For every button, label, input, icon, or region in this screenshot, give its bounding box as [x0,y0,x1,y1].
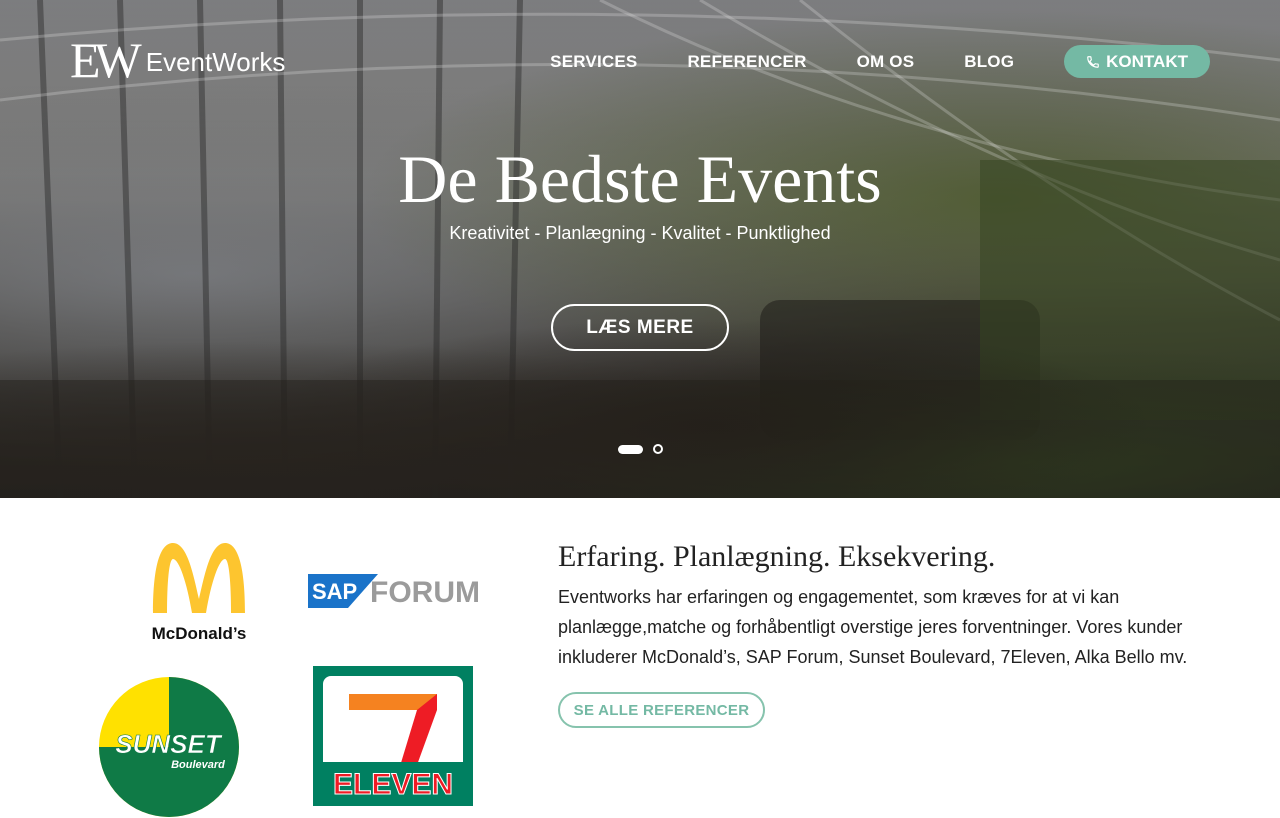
client-logos: McDonald’s SAP FORUM SUNSET Boulevard EL… [0,498,520,817]
slider-dot-1[interactable] [618,444,643,454]
read-more-button[interactable]: LÆS MERE [551,304,729,351]
sunset-wordmark: SUNSET [115,729,223,759]
sunset-boulevard-logo: SUNSET Boulevard [99,677,239,817]
contact-button[interactable]: KONTAKT [1064,45,1210,78]
mcdonalds-logo: McDonald’s [152,543,247,643]
logo-mark: EW [70,32,142,88]
about-title: Erfaring. Planlægning. Eksekvering. [558,540,996,573]
about-body: Eventworks har erfaringen og engagemente… [558,587,1188,667]
hero-banner: EW EventWorks SERVICES REFERENCER OM OS … [0,0,1280,498]
slider-dot-2[interactable] [653,444,663,454]
site-logo[interactable]: EW EventWorks [70,32,286,88]
sap-forum-logo: SAP FORUM [308,574,478,608]
nav-referencer[interactable]: REFERENCER [687,45,806,78]
seven-eleven-logo: ELEVEN [313,666,473,806]
nav-om-os[interactable]: OM OS [857,45,915,78]
about-section: Erfaring. Planlægning. Eksekvering. Even… [558,540,1208,728]
hero-subtitle: Kreativitet - Planlægning - Kvalitet - P… [449,223,831,243]
crowd-overlay [0,258,1280,498]
mcdonalds-wordmark: McDonald’s [152,624,247,643]
sap-wordmark: SAP [312,579,357,604]
forum-wordmark: FORUM [370,576,478,608]
phone-icon [1087,55,1099,68]
nav-blog[interactable]: BLOG [964,45,1014,78]
logo-text: EventWorks [145,47,286,77]
nav-services[interactable]: SERVICES [550,45,637,78]
main-nav: SERVICES REFERENCER OM OS BLOG KONTAKT [550,45,1210,78]
boulevard-wordmark: Boulevard [171,759,225,771]
slider-dots [618,444,663,454]
contact-label: KONTAKT [1106,51,1188,71]
hero-title: De Bedste Events [398,141,882,217]
see-all-references-button[interactable]: SE ALLE REFERENCER [558,692,765,728]
eleven-wordmark: ELEVEN [333,768,453,801]
